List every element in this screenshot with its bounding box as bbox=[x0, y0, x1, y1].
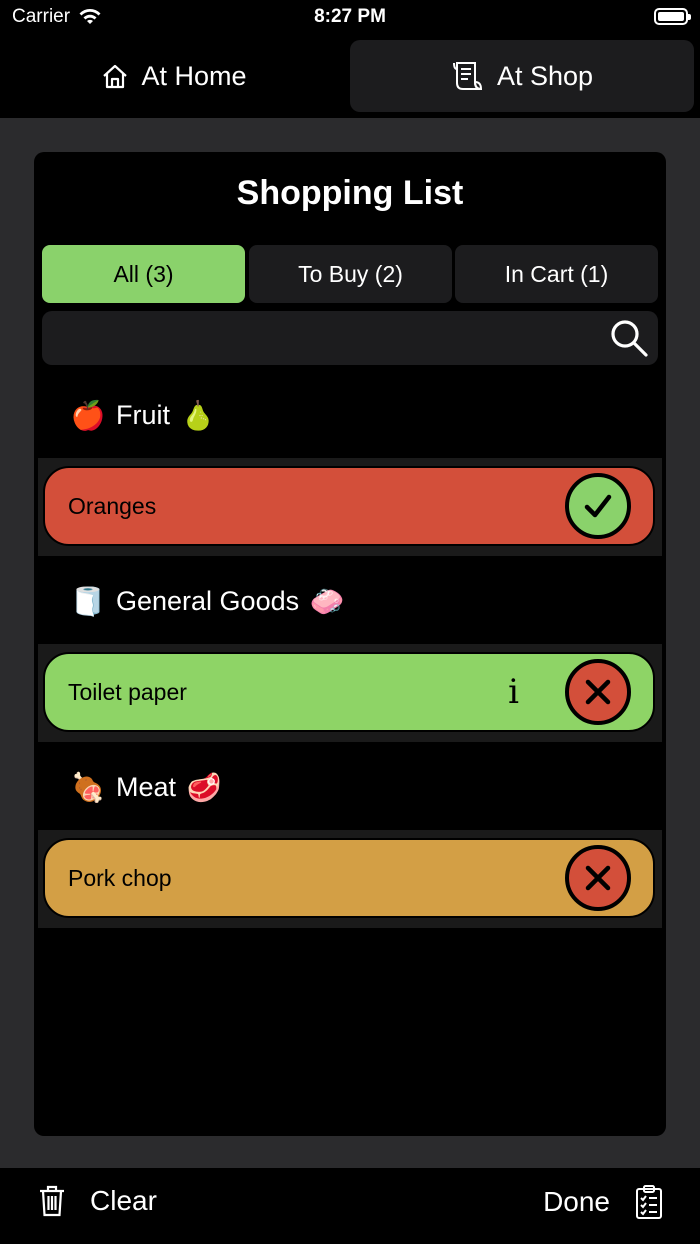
category-name: Meat bbox=[116, 771, 177, 802]
apple-icon: 🍎 bbox=[70, 399, 106, 431]
item-name: Toilet paper bbox=[68, 678, 187, 705]
item-pork-chop[interactable]: Pork chop bbox=[43, 838, 655, 918]
meat-on-bone-icon: 🍖 bbox=[70, 771, 106, 803]
done-label: Done bbox=[543, 1186, 610, 1217]
info-icon[interactable]: i bbox=[508, 672, 519, 712]
item-name: Oranges bbox=[68, 492, 157, 519]
magnifier-icon[interactable] bbox=[608, 317, 650, 359]
receipt-icon bbox=[452, 62, 482, 91]
house-icon bbox=[103, 64, 128, 89]
category-header-meat: 🍖 Meat 🥩 bbox=[70, 757, 222, 817]
list-item: Pork chop bbox=[38, 830, 662, 928]
remove-button[interactable] bbox=[565, 845, 631, 911]
search-input[interactable] bbox=[42, 311, 658, 365]
check-button[interactable] bbox=[565, 473, 631, 539]
list-item: Oranges bbox=[38, 458, 662, 556]
item-toilet-paper[interactable]: Toilet paper i bbox=[43, 652, 655, 732]
category-name: General Goods bbox=[116, 585, 300, 616]
clipboard-checklist-icon bbox=[636, 1185, 662, 1219]
status-bar: Carrier 8:27 PM bbox=[0, 0, 700, 36]
toilet-roll-icon: 🧻 bbox=[70, 585, 106, 617]
category-header-general-goods: 🧻 General Goods 🧼 bbox=[70, 571, 345, 631]
clear-label: Clear bbox=[90, 1185, 157, 1216]
item-oranges[interactable]: Oranges bbox=[43, 466, 655, 546]
bottom-toolbar: Clear Done bbox=[0, 1168, 700, 1244]
tab-at-shop[interactable]: At Shop bbox=[350, 40, 694, 112]
done-button[interactable]: Done bbox=[543, 1184, 664, 1220]
filter-to-buy[interactable]: To Buy (2) bbox=[249, 245, 452, 303]
tab-at-home[interactable]: At Home bbox=[6, 40, 342, 112]
battery-icon bbox=[654, 8, 691, 25]
remove-button[interactable] bbox=[565, 659, 631, 725]
tab-at-shop-label: At Shop bbox=[496, 60, 594, 91]
mode-tabs: At Home At Shop bbox=[0, 38, 700, 116]
clock: 8:27 PM bbox=[314, 6, 386, 27]
tab-at-home-label: At Home bbox=[141, 60, 247, 91]
soap-icon: 🧼 bbox=[309, 585, 345, 617]
filter-in-cart[interactable]: In Cart (1) bbox=[455, 245, 658, 303]
filter-all[interactable]: All (3) bbox=[42, 245, 245, 303]
clear-button[interactable]: Clear bbox=[38, 1184, 157, 1218]
shopping-list-card: Shopping List All (3) To Buy (2) In Cart… bbox=[34, 152, 666, 1136]
category-name: Fruit bbox=[116, 399, 170, 430]
close-icon bbox=[585, 865, 611, 891]
pear-icon: 🍐 bbox=[180, 399, 216, 431]
steak-icon: 🥩 bbox=[186, 771, 222, 803]
category-header-fruit: 🍎 Fruit 🍐 bbox=[70, 385, 216, 445]
list-item: Toilet paper i bbox=[38, 644, 662, 742]
filter-segmented-control: All (3) To Buy (2) In Cart (1) bbox=[42, 245, 658, 303]
page-title: Shopping List bbox=[236, 174, 464, 212]
close-icon bbox=[585, 679, 611, 705]
trash-icon bbox=[40, 1185, 64, 1217]
checkmark-icon bbox=[584, 494, 612, 518]
item-name: Pork chop bbox=[68, 864, 172, 891]
